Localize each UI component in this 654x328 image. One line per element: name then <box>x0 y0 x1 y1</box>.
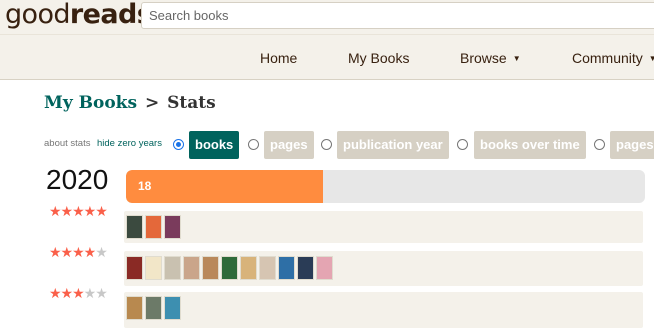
rating-3-row <box>124 292 643 328</box>
rating-5-row <box>124 211 643 243</box>
radio-publication-year[interactable] <box>321 139 332 150</box>
books-count-value: 18 <box>138 179 152 193</box>
rating-3-covers <box>126 296 181 320</box>
logo-good-text: good <box>5 0 71 30</box>
rating-4-stars: ★★★★★ <box>49 244 108 261</box>
breadcrumb-current: Stats <box>167 93 216 113</box>
books-count-bar-fill <box>126 170 324 203</box>
nav-home[interactable]: Home <box>260 50 297 66</box>
tab-pages[interactable]: pages <box>264 131 314 159</box>
logo-reads-text: reads <box>69 0 153 30</box>
tab-pages-over-time[interactable]: pages <box>610 131 654 159</box>
book-cover[interactable] <box>145 215 162 239</box>
filled-star-icons: ★★★★ <box>49 244 96 260</box>
nav-browse[interactable]: Browse ▼ <box>460 50 521 66</box>
page-title: My Books > Stats <box>44 93 216 113</box>
book-cover[interactable] <box>259 256 276 280</box>
books-count-bar[interactable]: 18 <box>126 170 645 203</box>
book-cover[interactable] <box>297 256 314 280</box>
top-header: goodreads <box>0 0 654 34</box>
rating-4-covers <box>126 256 333 280</box>
caret-down-icon: ▼ <box>648 54 654 63</box>
book-cover[interactable] <box>145 296 162 320</box>
nav-community-label: Community <box>572 50 643 66</box>
book-cover[interactable] <box>278 256 295 280</box>
book-cover[interactable] <box>126 256 143 280</box>
empty-star-icons: ★★ <box>83 285 108 301</box>
radio-books-over-time[interactable] <box>457 139 468 150</box>
book-cover[interactable] <box>164 256 181 280</box>
about-stats-label: about stats <box>44 138 91 149</box>
tab-books-over-time[interactable]: books over time <box>474 131 586 159</box>
rating-5-covers <box>126 215 181 239</box>
book-cover[interactable] <box>240 256 257 280</box>
book-cover[interactable] <box>202 256 219 280</box>
book-cover[interactable] <box>221 256 238 280</box>
tab-books[interactable]: books <box>189 131 240 159</box>
book-cover[interactable] <box>316 256 333 280</box>
rating-3-stars: ★★★★★ <box>49 285 108 302</box>
nav-browse-label: Browse <box>460 50 507 66</box>
nav-my-books[interactable]: My Books <box>348 50 409 66</box>
tab-publication-year[interactable]: publication year <box>337 131 449 159</box>
breadcrumb-my-books[interactable]: My Books <box>44 93 137 113</box>
filled-star-icons: ★★★★★ <box>49 203 108 219</box>
book-cover[interactable] <box>126 215 143 239</box>
rating-5-stars: ★★★★★ <box>49 203 108 220</box>
goodreads-logo[interactable]: goodreads <box>5 0 153 30</box>
radio-pages-over-time[interactable] <box>594 139 605 150</box>
book-cover[interactable] <box>126 296 143 320</box>
book-cover[interactable] <box>145 256 162 280</box>
book-cover[interactable] <box>164 215 181 239</box>
year-label: 2020 <box>46 164 109 195</box>
breadcrumb-separator: > <box>144 93 160 113</box>
caret-down-icon: ▼ <box>512 54 521 63</box>
main-nav: Home My Books Browse ▼ Community ▼ <box>0 34 654 80</box>
radio-pages[interactable] <box>248 139 259 150</box>
book-cover[interactable] <box>183 256 200 280</box>
search-input[interactable] <box>141 2 654 29</box>
radio-books[interactable] <box>173 139 184 150</box>
book-cover[interactable] <box>164 296 181 320</box>
filled-star-icons: ★★★ <box>49 285 85 301</box>
nav-community[interactable]: Community ▼ <box>572 50 654 66</box>
empty-star-icons: ★ <box>95 244 108 260</box>
hide-zero-years-link[interactable]: hide zero years <box>97 138 162 149</box>
